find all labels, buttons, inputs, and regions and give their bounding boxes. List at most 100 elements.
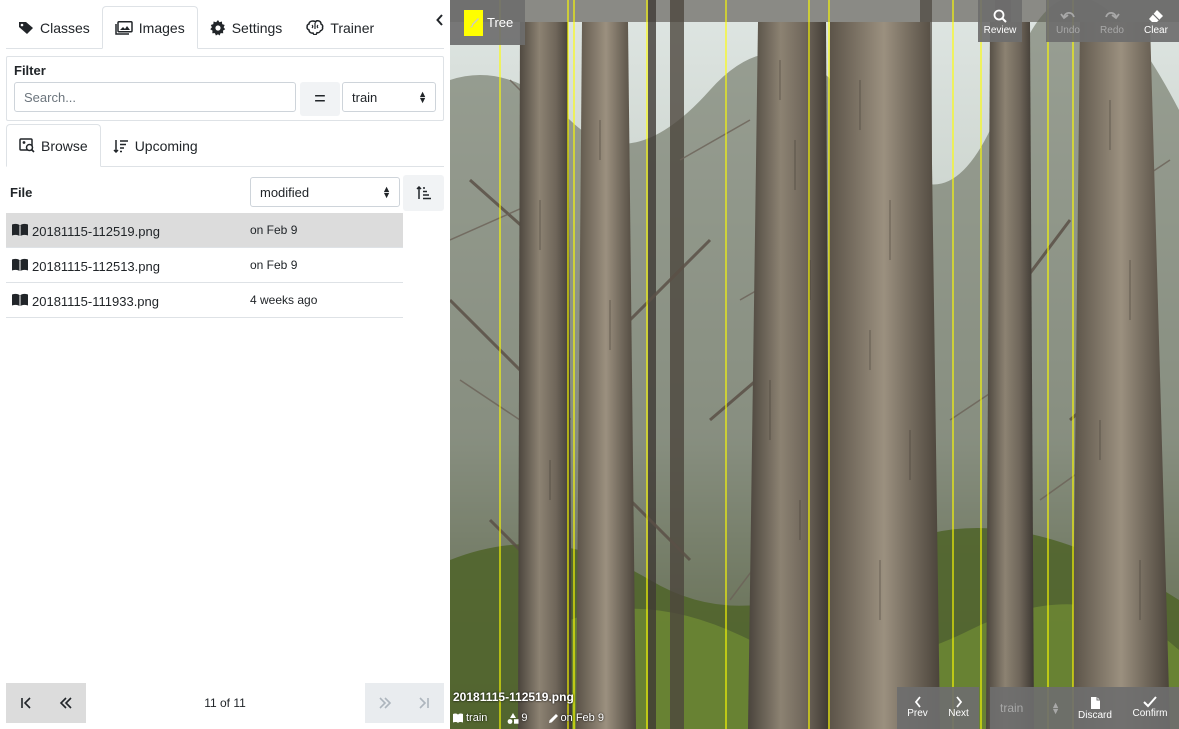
clear-label: Clear <box>1144 25 1168 36</box>
image-nav: Prev Next <box>897 687 979 729</box>
double-chevron-right-icon <box>379 697 392 709</box>
select-arrows-icon: ▲ ▼ <box>418 89 427 105</box>
match-operator-button[interactable]: = <box>300 82 340 116</box>
images-icon <box>115 20 133 35</box>
chevron-left-icon <box>436 14 443 26</box>
annotated-image <box>450 0 1179 729</box>
tab-images[interactable]: Images <box>101 6 198 49</box>
last-page-button[interactable] <box>404 683 444 723</box>
tab-images-label: Images <box>138 19 185 36</box>
sort-by-value: modified <box>260 184 310 200</box>
redo-icon <box>1105 11 1120 20</box>
collapse-panel-button[interactable] <box>432 10 448 30</box>
select-arrows-icon: ▲ ▼ <box>1051 700 1060 716</box>
gear-icon <box>210 19 225 35</box>
tab-trainer[interactable]: Trainer <box>294 6 386 49</box>
review-button[interactable]: Review <box>978 0 1022 42</box>
book-open-icon <box>12 223 28 237</box>
book-open-icon <box>12 258 28 272</box>
modified-meta: on Feb 9 <box>548 712 604 724</box>
file-icon <box>1090 697 1100 709</box>
filter-box: Filter = train ▲▼ <box>6 56 444 121</box>
active-class-selector[interactable]: Tree <box>450 0 525 45</box>
file-name: 20181115-111933.png <box>32 294 159 309</box>
modified-value: on Feb 9 <box>560 712 604 724</box>
check-icon <box>1143 696 1157 708</box>
confirm-button[interactable]: Confirm <box>1126 687 1174 729</box>
tab-upcoming-label: Upcoming <box>134 137 198 154</box>
undo-button[interactable]: Undo <box>1046 0 1090 42</box>
next-image-button[interactable]: Next <box>938 687 979 729</box>
tab-upcoming[interactable]: Upcoming <box>101 124 210 167</box>
tab-classes-label: Classes <box>40 19 90 36</box>
redo-label: Redo <box>1100 25 1124 36</box>
file-row[interactable]: 20181115-112513.png on Feb 9 <box>6 248 403 283</box>
browse-tabs: Browse Upcoming <box>6 124 444 167</box>
undo-label: Undo <box>1056 25 1080 36</box>
chevron-right-icon <box>955 696 962 708</box>
active-class-name: Tree <box>487 15 514 30</box>
eraser-icon <box>1149 10 1163 22</box>
select-arrows-icon: ▲ ▼ <box>382 184 391 200</box>
pager: 11 of 11 <box>6 683 444 723</box>
file-column-label: File <box>10 185 33 200</box>
tab-browse[interactable]: Browse <box>6 124 101 167</box>
confirm-label: Confirm <box>1132 708 1168 719</box>
redo-button[interactable]: Redo <box>1090 0 1134 42</box>
shapes-icon <box>508 712 519 724</box>
annotation-count: 9 <box>521 712 528 724</box>
main-tabs: Classes Images Settings Trainer <box>6 6 444 49</box>
file-name: 20181115-112519.png <box>32 224 160 239</box>
image-set-select[interactable]: train ▲ ▼ <box>992 693 1068 723</box>
edit-toolbar: Undo Redo Clear <box>1046 0 1179 42</box>
discard-label: Discard <box>1078 710 1112 721</box>
prev-image-button[interactable]: Prev <box>897 687 938 729</box>
image-set-value: train <box>466 712 488 724</box>
filter-title: Filter <box>14 63 46 78</box>
sort-ascending-icon <box>415 186 431 200</box>
prev-label: Prev <box>907 708 928 719</box>
tab-browse-label: Browse <box>41 137 88 154</box>
book-open-icon <box>453 713 463 723</box>
chevron-left-icon <box>914 696 921 708</box>
sort-by-select[interactable]: modified ▲ ▼ <box>250 177 400 207</box>
tab-settings[interactable]: Settings <box>198 6 295 49</box>
last-page-icon <box>419 697 429 709</box>
image-filename: 20181115-112519.png <box>453 690 574 704</box>
file-date: on Feb 9 <box>250 223 298 237</box>
image-search-icon <box>19 138 35 153</box>
file-name: 20181115-112513.png <box>32 259 160 274</box>
set-filter-select[interactable]: train ▲ ▼ <box>342 82 436 112</box>
match-operator-label: = <box>314 87 326 110</box>
tag-icon <box>19 21 33 34</box>
next-label: Next <box>948 708 969 719</box>
file-date: 4 weeks ago <box>250 293 318 307</box>
left-panel: Classes Images Settings Trainer Filter = <box>0 0 450 729</box>
submit-toolbar: train ▲ ▼ Discard Confirm <box>990 687 1179 729</box>
brush-icon <box>468 17 479 27</box>
set-filter-value: train <box>352 89 378 105</box>
discard-button[interactable]: Discard <box>1071 687 1119 729</box>
file-row[interactable]: 20181115-111933.png 4 weeks ago <box>6 283 403 318</box>
file-row[interactable]: 20181115-112519.png on Feb 9 <box>6 213 403 248</box>
search-icon <box>993 9 1007 23</box>
clear-button[interactable]: Clear <box>1134 0 1178 42</box>
sort-list-icon <box>113 139 128 153</box>
undo-icon <box>1060 11 1075 20</box>
review-toolbar: Review <box>978 0 1022 42</box>
image-viewer[interactable]: Tree Review Undo Redo Clear 20181115-112… <box>450 0 1179 729</box>
next-page-button[interactable] <box>365 683 405 723</box>
pencil-icon <box>548 713 558 723</box>
sort-direction-button[interactable] <box>403 175 444 211</box>
search-input[interactable] <box>14 82 296 112</box>
book-open-icon <box>12 293 28 307</box>
tab-classes[interactable]: Classes <box>6 6 102 49</box>
image-set-select-value: train <box>1000 701 1024 715</box>
file-list: 20181115-112519.png on Feb 9 20181115-11… <box>6 213 403 318</box>
file-date: on Feb 9 <box>250 258 298 272</box>
brain-icon <box>306 20 324 35</box>
review-label: Review <box>983 25 1017 36</box>
file-list-header: File modified ▲ ▼ <box>6 175 444 211</box>
image-set-meta: train <box>452 712 487 724</box>
tab-trainer-label: Trainer <box>330 19 375 36</box>
